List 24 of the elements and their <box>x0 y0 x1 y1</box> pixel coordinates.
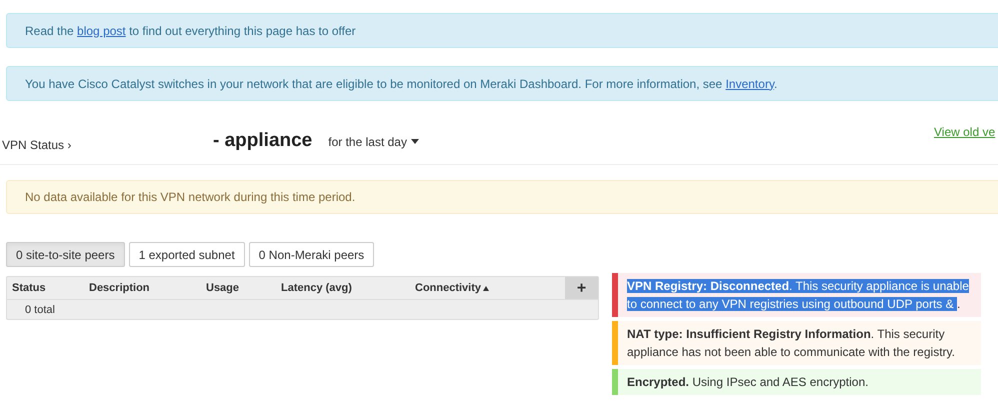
status-message: Encrypted. Using IPsec and AES encryption. <box>612 369 981 395</box>
tab[interactable]: 0 site-to-site peers <box>6 242 125 267</box>
tab[interactable]: 0 Non-Meraki peers <box>248 242 374 267</box>
banner-text: Read the blog post to find out everything this page has to offer <box>25 22 356 40</box>
row-count: 0 total <box>25 302 55 318</box>
column-header[interactable]: Latency (avg) <box>281 280 352 296</box>
timespan-dropdown[interactable]: for the last day <box>328 132 419 150</box>
sort-icon <box>483 286 490 290</box>
breadcrumb[interactable]: VPN Status › <box>2 136 213 154</box>
tab[interactable]: 1 exported subnet <box>128 242 245 267</box>
banner-link[interactable]: blog post <box>77 24 126 38</box>
column-header[interactable]: Connectivity <box>415 280 490 296</box>
column-header[interactable]: Usage <box>206 280 240 296</box>
caret-icon <box>410 139 419 144</box>
add-column-button[interactable]: + <box>565 277 598 299</box>
banner-link[interactable]: Inventory <box>726 76 774 90</box>
page-title: - appliance <box>213 129 312 154</box>
status-message: VPN Registry: Disconnected. This security appliance is unable to connect to any VPN registries using outbound UDP ports & . <box>612 273 981 317</box>
column-header[interactable]: Description <box>89 280 150 296</box>
notice-text: No data available for this VPN network during this time period. <box>25 189 356 206</box>
banner-text: You have Cisco Catalyst switches in your network that are eligible to be monitored on Meraki Dashboard. For more information, see Inventory. <box>25 76 778 92</box>
status-message: NAT type: Insufficient Registry Information. This security appliance has not been able to communicate with the registry. <box>612 321 981 365</box>
old-view-link[interactable]: View old ve <box>934 123 996 141</box>
column-header[interactable]: Status <box>12 280 46 296</box>
